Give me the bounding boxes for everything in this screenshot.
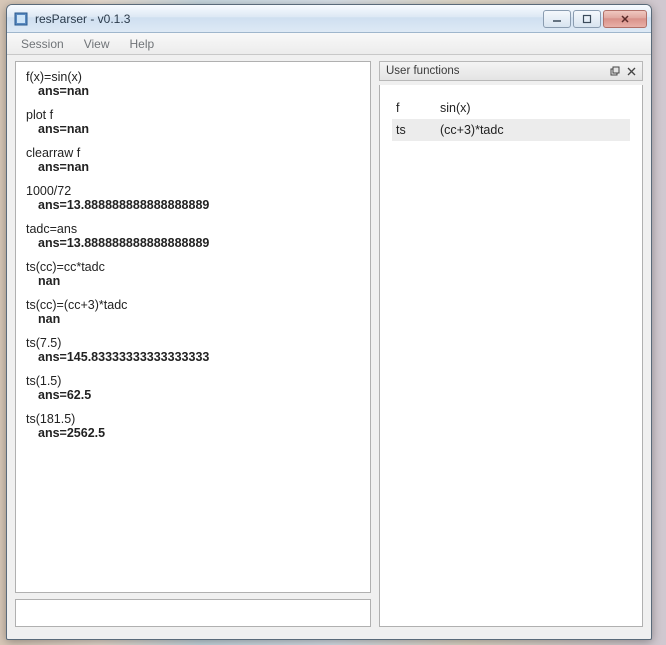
console-input-line: 1000/72 [26,184,360,198]
console-result-line: ans=145.83333333333333333 [26,350,360,364]
function-name: f [396,101,440,115]
console-result-line: ans=nan [26,84,360,98]
console-input-line: ts(7.5) [26,336,360,350]
window-title: resParser - v0.1.3 [35,12,543,26]
undock-icon[interactable] [608,64,622,78]
maximize-button[interactable] [573,10,601,28]
function-row[interactable]: ts(cc+3)*tadc [392,119,630,141]
console-entry: 1000/72ans=13.888888888888888889 [26,184,360,212]
console-input-line: ts(cc)=cc*tadc [26,260,360,274]
function-definition: (cc+3)*tadc [440,123,626,137]
panel-title: User functions [386,65,460,77]
console-entry: clearraw fans=nan [26,146,360,174]
console-entry: ts(cc)=(cc+3)*tadcnan [26,298,360,326]
console-entry: ts(cc)=cc*tadcnan [26,260,360,288]
console-result-line: ans=nan [26,160,360,174]
client-area: f(x)=sin(x)ans=nanplot fans=nanclearraw … [7,55,651,639]
minimize-button[interactable] [543,10,571,28]
console-result-line: ans=62.5 [26,388,360,402]
right-column: User functions fsin(x)ts(cc+3)*tadc [379,61,643,627]
panel-close-icon[interactable] [624,64,638,78]
console-entry: plot fans=nan [26,108,360,136]
console-input-line: f(x)=sin(x) [26,70,360,84]
console-entry: ts(7.5)ans=145.83333333333333333 [26,336,360,364]
console-entry: ts(1.5)ans=62.5 [26,374,360,402]
console-input-line: ts(cc)=(cc+3)*tadc [26,298,360,312]
console-input-line: plot f [26,108,360,122]
console-entry: ts(181.5)ans=2562.5 [26,412,360,440]
console-result-line: ans=13.888888888888888889 [26,236,360,250]
left-column: f(x)=sin(x)ans=nanplot fans=nanclearraw … [15,61,371,627]
close-button[interactable] [603,10,647,28]
user-functions-body: fsin(x)ts(cc+3)*tadc [379,85,643,627]
console-entry: f(x)=sin(x)ans=nan [26,70,360,98]
user-functions-header[interactable]: User functions [379,61,643,81]
console-result-line: nan [26,312,360,326]
window-controls [543,10,647,28]
menu-view[interactable]: View [74,33,120,54]
console-result-line: ans=2562.5 [26,426,360,440]
console-input-wrap [15,599,371,627]
menu-help[interactable]: Help [120,33,165,54]
function-name: ts [396,123,440,137]
console-input[interactable] [16,600,370,626]
app-window: resParser - v0.1.3 Session View Help f(x… [6,4,652,640]
titlebar[interactable]: resParser - v0.1.3 [7,5,651,33]
app-icon [13,11,29,27]
console-output[interactable]: f(x)=sin(x)ans=nanplot fans=nanclearraw … [15,61,371,593]
function-row[interactable]: fsin(x) [392,97,630,119]
console-input-line: tadc=ans [26,222,360,236]
console-input-line: clearraw f [26,146,360,160]
console-input-line: ts(1.5) [26,374,360,388]
console-result-line: ans=nan [26,122,360,136]
menubar: Session View Help [7,33,651,55]
function-definition: sin(x) [440,101,626,115]
console-result-line: nan [26,274,360,288]
console-input-line: ts(181.5) [26,412,360,426]
console-result-line: ans=13.888888888888888889 [26,198,360,212]
menu-session[interactable]: Session [11,33,74,54]
console-entry: tadc=ansans=13.888888888888888889 [26,222,360,250]
